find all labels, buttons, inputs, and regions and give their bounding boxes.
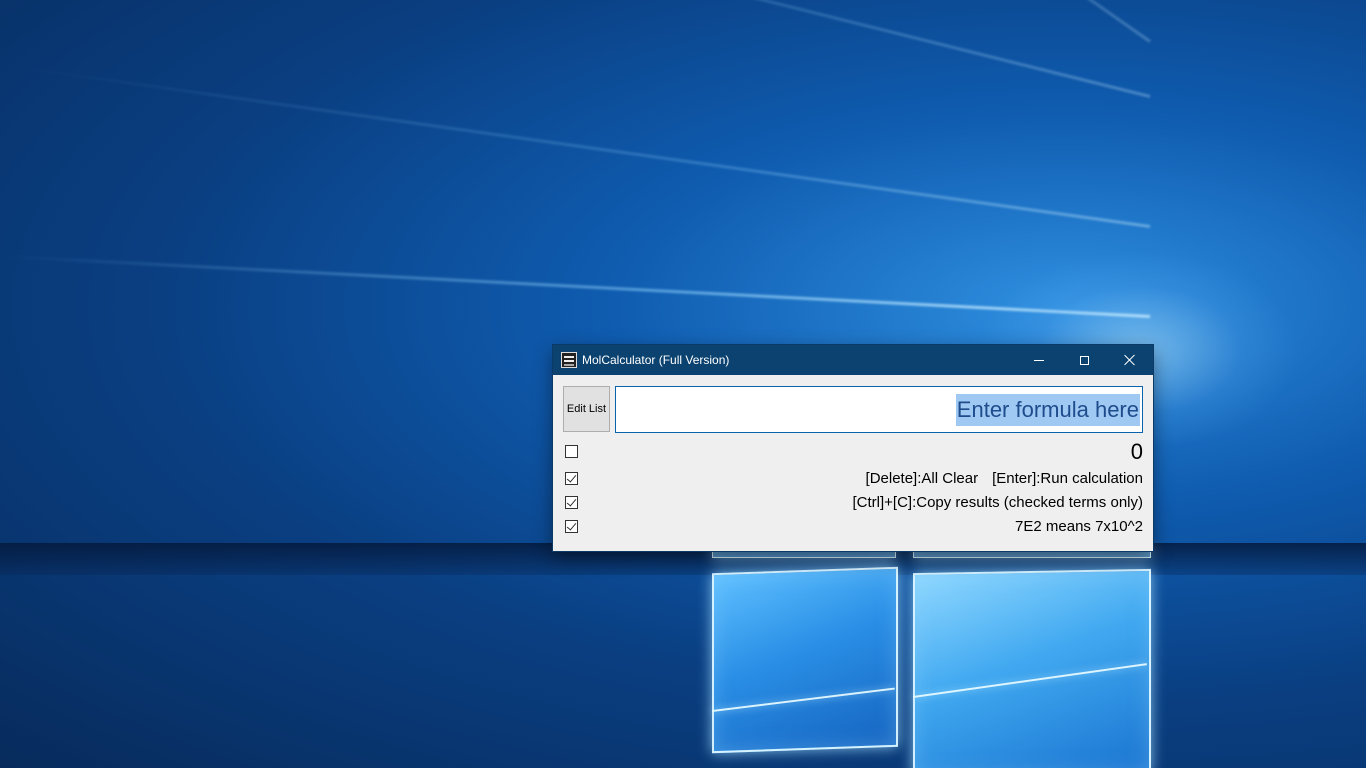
wallpaper-light-beam: [780, 0, 1151, 43]
hint-enter-text: [Enter]:Run calculation: [992, 470, 1143, 487]
result-checkbox[interactable]: [565, 445, 578, 458]
maximize-icon: [1079, 355, 1089, 365]
close-button[interactable]: [1107, 345, 1153, 375]
hint-row: [Delete]:All Clear [Enter]:Run calculatio…: [553, 469, 1153, 489]
minimize-icon: [1034, 359, 1044, 361]
window-title: MolCalculator (Full Version): [582, 353, 730, 367]
hint-text: 7E2 means 7x10^2: [1015, 518, 1143, 535]
hint-checkbox[interactable]: [565, 496, 578, 509]
app-window: MolCalculator (Full Version) Edit List E…: [553, 345, 1153, 551]
wallpaper-light-beam: [1, 254, 1151, 318]
result-row: 0: [553, 439, 1153, 465]
hint-delete-text: [Delete]:All Clear: [865, 470, 979, 487]
result-value: 0: [1130, 439, 1143, 464]
hint-row: 7E2 means 7x10^2: [553, 517, 1153, 537]
hint-text: [Delete]:All Clear [Enter]:Run calculatio…: [866, 469, 1143, 489]
edit-list-button[interactable]: Edit List: [563, 386, 610, 432]
minimize-button[interactable]: [1016, 345, 1062, 375]
formula-placeholder: Enter formula here: [955, 393, 1140, 426]
title-bar[interactable]: MolCalculator (Full Version): [553, 345, 1153, 375]
close-icon: [1124, 354, 1136, 366]
hint-row: [Ctrl]+[C]:Copy results (checked terms o…: [553, 493, 1153, 513]
app-icon[interactable]: [561, 352, 577, 368]
hint-text: [Ctrl]+[C]:Copy results (checked terms o…: [852, 494, 1143, 511]
maximize-button[interactable]: [1061, 345, 1107, 375]
wallpaper-light-beam: [179, 0, 1151, 98]
hint-checkbox[interactable]: [565, 520, 578, 533]
hint-checkbox[interactable]: [565, 472, 578, 485]
wallpaper-window-pane: [712, 566, 898, 754]
wallpaper-light-beam: [10, 64, 1151, 228]
formula-input[interactable]: Enter formula here: [615, 386, 1143, 433]
